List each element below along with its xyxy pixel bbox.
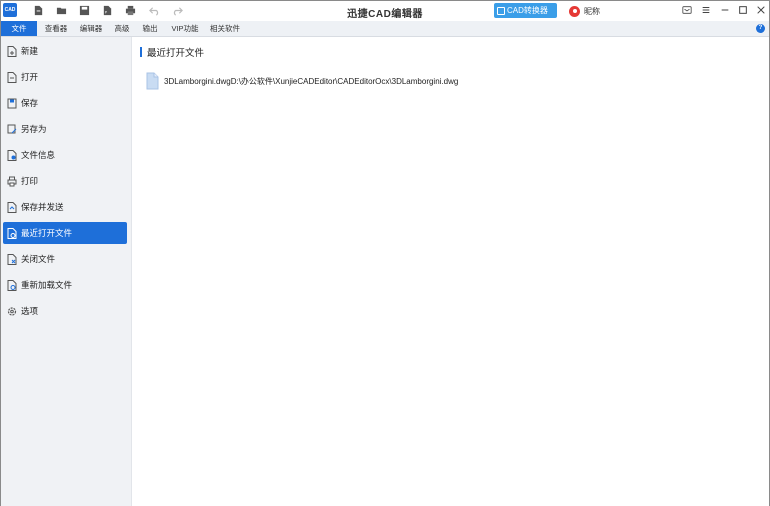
app-logo: CAD [3, 3, 17, 17]
save-send-icon [7, 201, 17, 213]
new-file-icon[interactable] [31, 3, 45, 17]
recent-file-item[interactable]: 3DLamborgini.dwgD:\办公软件\XunjieCADEditor\… [146, 71, 458, 91]
sidebar-item-file-info[interactable]: 文件信息 [3, 144, 127, 166]
tab-editor[interactable]: 编辑器 [76, 21, 106, 36]
dwg-file-icon [146, 72, 159, 90]
print-icon[interactable] [123, 3, 137, 17]
new-file-icon [7, 45, 17, 57]
options-gear-icon [7, 306, 17, 317]
sidebar-item-save-as[interactable]: 另存为 [3, 118, 127, 140]
recent-files-icon [7, 227, 17, 239]
save-icon[interactable] [77, 3, 91, 17]
tab-related-software[interactable]: 相关软件 [207, 21, 243, 36]
sidebar-item-label: 保存 [21, 98, 39, 108]
user-account[interactable]: 昵称 [569, 4, 600, 18]
undo-icon[interactable] [147, 3, 161, 17]
sidebar-item-label: 另存为 [21, 124, 47, 134]
tab-vip[interactable]: VIP功能 [167, 21, 203, 36]
sidebar-item-print[interactable]: 打印 [3, 170, 127, 192]
sidebar-item-label: 选项 [21, 306, 39, 316]
ribbon-tab-bar: 文件 查看器 编辑器 高级 输出 VIP功能 相关软件 ? [1, 21, 769, 37]
print-icon [7, 176, 17, 187]
sidebar-item-label: 打开 [21, 72, 39, 82]
tab-file[interactable]: 文件 [1, 21, 37, 36]
sidebar-item-label: 重新加载文件 [21, 280, 73, 290]
app-window: CAD P 迅捷CAD编辑器 CAD转换器 昵称 文件 查看器 编辑器 高级 输… [0, 0, 770, 506]
redo-icon[interactable] [170, 3, 184, 17]
minimize-icon[interactable] [718, 3, 732, 17]
recent-file-path: 3DLamborgini.dwgD:\办公软件\XunjieCADEditor\… [164, 76, 459, 86]
sidebar-item-label: 保存并发送 [21, 202, 64, 212]
sidebar-item-reload-file[interactable]: 重新加载文件 [3, 274, 127, 296]
avatar [569, 5, 580, 17]
tab-output[interactable]: 输出 [139, 21, 161, 36]
sidebar-item-label: 最近打开文件 [21, 228, 73, 238]
sidebar-item-open[interactable]: 打开 [3, 66, 127, 88]
sidebar-item-save-send[interactable]: 保存并发送 [3, 196, 127, 218]
open-file-icon [7, 71, 17, 83]
tab-advanced[interactable]: 高级 [111, 21, 133, 36]
sidebar-item-label: 新建 [21, 46, 39, 56]
sidebar-item-label: 文件信息 [21, 150, 56, 160]
converter-icon [497, 6, 505, 15]
sidebar-item-recent-files[interactable]: 最近打开文件 [3, 222, 127, 244]
sidebar-item-save[interactable]: 保存 [3, 92, 127, 114]
file-info-icon [7, 149, 17, 161]
sidebar-item-label: 打印 [21, 176, 39, 186]
window-title: 迅捷CAD编辑器 [347, 9, 423, 20]
cad-converter-button[interactable]: CAD转换器 [494, 3, 557, 18]
section-title: 最近打开文件 [140, 46, 205, 59]
sidebar-item-options[interactable]: 选项 [3, 300, 127, 322]
sidebar-item-new[interactable]: 新建 [3, 40, 127, 62]
reload-file-icon [7, 279, 17, 291]
save-as-icon [7, 124, 17, 135]
title-bar: CAD P 迅捷CAD编辑器 CAD转换器 昵称 [1, 1, 769, 21]
export-pdf-icon[interactable]: P [100, 3, 114, 17]
title-accent-bar [140, 47, 142, 57]
help-icon[interactable]: ? [756, 24, 765, 33]
file-menu-sidebar: 新建 打开 保存 另存为 文件信息 打印 保存并发送 最近打开文件 关闭文件 重… [1, 37, 132, 506]
maximize-icon[interactable] [736, 3, 750, 17]
close-icon[interactable] [754, 3, 768, 17]
open-folder-icon[interactable] [54, 3, 68, 17]
menu-icon[interactable] [699, 3, 713, 17]
main-panel: 最近打开文件 3DLamborgini.dwgD:\办公软件\XunjieCAD… [132, 37, 769, 506]
save-icon [7, 98, 17, 109]
close-file-icon [7, 253, 17, 265]
sidebar-item-label: 关闭文件 [21, 254, 56, 264]
recent-files-heading: 最近打开文件 [147, 48, 205, 59]
feedback-icon[interactable] [680, 3, 694, 17]
user-nickname: 昵称 [584, 6, 600, 16]
tab-viewer[interactable]: 查看器 [41, 21, 71, 36]
cad-converter-label: CAD转换器 [507, 6, 548, 15]
sidebar-item-close-file[interactable]: 关闭文件 [3, 248, 127, 270]
